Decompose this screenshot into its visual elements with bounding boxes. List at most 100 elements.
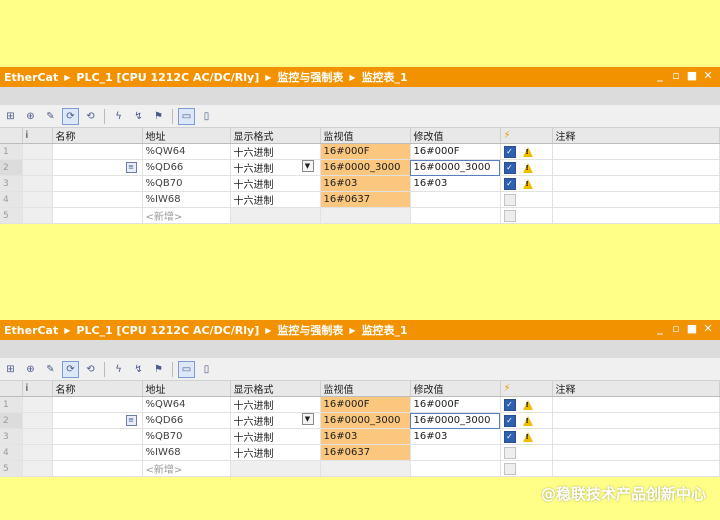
modify-checkbox[interactable]: ✓ xyxy=(503,430,516,443)
table-row[interactable]: 1 %QW64 十六进制 16#000F 16#000F ✓ xyxy=(0,143,720,160)
address-cell[interactable]: %QB70 xyxy=(142,175,231,192)
col-flag[interactable]: ⚡ xyxy=(500,381,553,397)
format-cell[interactable]: 十六进制 xyxy=(230,428,321,445)
modify-trigger-icon[interactable]: ↯ xyxy=(130,108,147,125)
modify-checkbox[interactable]: ✓ xyxy=(503,177,516,190)
table-row[interactable]: 2 ≡ %QD66 十六进制 ▼ 16#0000_3000 16#0000_300… xyxy=(0,412,720,429)
show-extended-icon[interactable]: ▭ xyxy=(178,107,195,125)
table-row[interactable]: 3 %QB70 十六进制 16#03 16#03 ✓ xyxy=(0,175,720,192)
add-row-icon[interactable]: ⊕ xyxy=(22,108,39,125)
modify-checkbox[interactable]: ✓ xyxy=(503,161,516,174)
modify-value[interactable] xyxy=(410,444,501,461)
modify-now-icon[interactable]: ϟ xyxy=(110,108,127,125)
modify-now-icon[interactable]: ϟ xyxy=(110,361,127,378)
address-cell[interactable]: %QB70 xyxy=(142,428,231,445)
modify-checkbox[interactable]: ✓ xyxy=(503,414,516,427)
rename-icon[interactable]: ✎ xyxy=(42,361,59,378)
table-row[interactable]: 3 %QB70 十六进制 16#03 16#03 ✓ xyxy=(0,428,720,445)
col-format[interactable]: 显示格式 xyxy=(230,381,321,397)
name-cell[interactable] xyxy=(52,460,143,477)
col-comment[interactable]: 注释 xyxy=(552,128,720,144)
table-row[interactable]: 5 <新增> xyxy=(0,460,720,477)
name-cell[interactable]: ≡ xyxy=(52,159,143,176)
col-flag[interactable]: ⚡ xyxy=(500,128,553,144)
restore-icon[interactable]: ▫ xyxy=(670,69,682,82)
comment-cell[interactable] xyxy=(552,460,720,477)
table-row[interactable]: 4 %IW68 十六进制 16#0637 xyxy=(0,191,720,208)
format-cell[interactable]: 十六进制 xyxy=(230,191,321,208)
show-modify-icon[interactable]: ▯ xyxy=(198,361,215,378)
format-cell[interactable]: 十六进制 xyxy=(230,396,321,413)
force-icon[interactable]: ⚑ xyxy=(150,108,167,125)
name-cell[interactable] xyxy=(52,396,143,413)
crumb-ethercat[interactable]: EtherCat xyxy=(4,324,58,337)
address-cell[interactable]: %QD66 xyxy=(142,412,231,429)
modify-value[interactable] xyxy=(410,191,501,208)
insert-row-icon[interactable]: ⊞ xyxy=(2,108,19,125)
comment-cell[interactable] xyxy=(552,143,720,160)
minimize-icon[interactable]: _ xyxy=(654,322,666,335)
format-cell[interactable] xyxy=(230,460,321,477)
row-detail-icon[interactable]: ≡ xyxy=(125,161,137,173)
format-cell[interactable]: 十六进制 xyxy=(230,143,321,160)
insert-row-icon[interactable]: ⊞ xyxy=(2,361,19,378)
minimize-icon[interactable]: _ xyxy=(654,69,666,82)
name-cell[interactable] xyxy=(52,207,143,224)
format-cell[interactable] xyxy=(230,207,321,224)
format-cell[interactable]: 十六进制 ▼ xyxy=(230,412,321,429)
format-cell[interactable]: 十六进制 ▼ xyxy=(230,159,321,176)
col-monitor[interactable]: 监视值 xyxy=(320,381,411,397)
name-cell[interactable] xyxy=(52,428,143,445)
crumb-plc[interactable]: PLC_1 [CPU 1212C AC/DC/Rly] xyxy=(76,324,259,337)
table-row[interactable]: 5 <新增> xyxy=(0,207,720,224)
name-cell[interactable] xyxy=(52,175,143,192)
chevron-down-icon[interactable]: ▼ xyxy=(301,413,314,425)
chevron-down-icon[interactable]: ▼ xyxy=(301,160,314,172)
add-new-cell[interactable]: <新增> xyxy=(142,460,231,477)
col-address[interactable]: 地址 xyxy=(142,128,231,144)
col-monitor[interactable]: 监视值 xyxy=(320,128,411,144)
modify-value[interactable] xyxy=(410,207,501,224)
maximize-icon[interactable]: ■ xyxy=(686,69,698,82)
monitor-once-icon[interactable]: ⟲ xyxy=(82,108,99,125)
crumb-watch-force[interactable]: 监控与强制表 xyxy=(277,69,343,85)
modify-checkbox[interactable]: ✓ xyxy=(503,398,516,411)
add-new-cell[interactable]: <新增> xyxy=(142,207,231,224)
col-name[interactable]: 名称 xyxy=(52,381,143,397)
modify-trigger-icon[interactable]: ↯ xyxy=(130,361,147,378)
add-row-icon[interactable]: ⊕ xyxy=(22,361,39,378)
monitor-all-icon[interactable]: ⟳ xyxy=(62,360,79,378)
table-row[interactable]: 4 %IW68 十六进制 16#0637 xyxy=(0,444,720,461)
restore-icon[interactable]: ▫ xyxy=(670,322,682,335)
crumb-watch-table[interactable]: 监控表_1 xyxy=(362,69,408,85)
col-comment[interactable]: 注释 xyxy=(552,381,720,397)
modify-value[interactable]: 16#000F xyxy=(410,396,501,413)
maximize-icon[interactable]: ■ xyxy=(686,322,698,335)
modify-checkbox[interactable]: ✓ xyxy=(503,145,516,158)
comment-cell[interactable] xyxy=(552,159,720,176)
modify-value[interactable] xyxy=(410,460,501,477)
col-format[interactable]: 显示格式 xyxy=(230,128,321,144)
monitor-all-icon[interactable]: ⟳ xyxy=(62,107,79,125)
rename-icon[interactable]: ✎ xyxy=(42,108,59,125)
show-extended-icon[interactable]: ▭ xyxy=(178,360,195,378)
crumb-watch-force[interactable]: 监控与强制表 xyxy=(277,322,343,338)
col-modify[interactable]: 修改值 xyxy=(410,128,501,144)
comment-cell[interactable] xyxy=(552,444,720,461)
modify-value[interactable]: 16#03 xyxy=(410,428,501,445)
format-cell[interactable]: 十六进制 xyxy=(230,175,321,192)
format-cell[interactable]: 十六进制 xyxy=(230,444,321,461)
comment-cell[interactable] xyxy=(552,412,720,429)
table-row[interactable]: 1 %QW64 十六进制 16#000F 16#000F ✓ xyxy=(0,396,720,413)
crumb-watch-table[interactable]: 监控表_1 xyxy=(362,322,408,338)
address-cell[interactable]: %IW68 xyxy=(142,444,231,461)
show-modify-icon[interactable]: ▯ xyxy=(198,108,215,125)
modify-value-input[interactable]: 16#0000_3000 xyxy=(410,412,501,429)
col-name[interactable]: 名称 xyxy=(52,128,143,144)
name-cell[interactable] xyxy=(52,444,143,461)
col-address[interactable]: 地址 xyxy=(142,381,231,397)
comment-cell[interactable] xyxy=(552,207,720,224)
name-cell[interactable] xyxy=(52,143,143,160)
modify-value[interactable]: 16#03 xyxy=(410,175,501,192)
monitor-once-icon[interactable]: ⟲ xyxy=(82,361,99,378)
